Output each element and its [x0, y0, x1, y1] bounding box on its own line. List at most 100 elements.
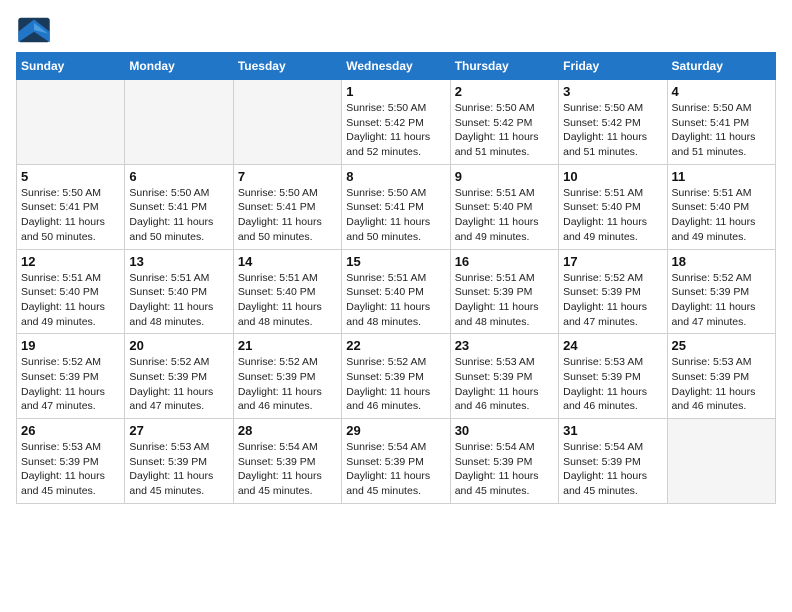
day-info: Sunrise: 5:53 AM Sunset: 5:39 PM Dayligh…	[672, 355, 771, 414]
calendar-week-3: 12 Sunrise: 5:51 AM Sunset: 5:40 PM Dayli…	[17, 249, 776, 334]
calendar-cell: 28 Sunrise: 5:54 AM Sunset: 5:39 PM Dayli…	[233, 419, 341, 504]
weekday-header-tuesday: Tuesday	[233, 53, 341, 80]
day-info: Sunrise: 5:50 AM Sunset: 5:42 PM Dayligh…	[346, 101, 445, 160]
calendar-cell: 25 Sunrise: 5:53 AM Sunset: 5:39 PM Dayli…	[667, 334, 775, 419]
day-info: Sunrise: 5:51 AM Sunset: 5:39 PM Dayligh…	[455, 271, 554, 330]
day-info: Sunrise: 5:52 AM Sunset: 5:39 PM Dayligh…	[21, 355, 120, 414]
calendar-cell: 21 Sunrise: 5:52 AM Sunset: 5:39 PM Dayli…	[233, 334, 341, 419]
day-number: 25	[672, 338, 771, 353]
day-info: Sunrise: 5:51 AM Sunset: 5:40 PM Dayligh…	[672, 186, 771, 245]
day-number: 13	[129, 254, 228, 269]
day-number: 27	[129, 423, 228, 438]
day-info: Sunrise: 5:51 AM Sunset: 5:40 PM Dayligh…	[346, 271, 445, 330]
day-info: Sunrise: 5:51 AM Sunset: 5:40 PM Dayligh…	[563, 186, 662, 245]
calendar-cell	[233, 80, 341, 165]
calendar-cell: 1 Sunrise: 5:50 AM Sunset: 5:42 PM Daylig…	[342, 80, 450, 165]
day-info: Sunrise: 5:52 AM Sunset: 5:39 PM Dayligh…	[346, 355, 445, 414]
day-number: 24	[563, 338, 662, 353]
day-number: 6	[129, 169, 228, 184]
calendar-table: SundayMondayTuesdayWednesdayThursdayFrid…	[16, 52, 776, 504]
calendar-cell: 19 Sunrise: 5:52 AM Sunset: 5:39 PM Dayli…	[17, 334, 125, 419]
calendar-cell: 20 Sunrise: 5:52 AM Sunset: 5:39 PM Dayli…	[125, 334, 233, 419]
day-number: 30	[455, 423, 554, 438]
day-info: Sunrise: 5:54 AM Sunset: 5:39 PM Dayligh…	[238, 440, 337, 499]
day-number: 17	[563, 254, 662, 269]
day-number: 23	[455, 338, 554, 353]
day-number: 5	[21, 169, 120, 184]
day-info: Sunrise: 5:53 AM Sunset: 5:39 PM Dayligh…	[21, 440, 120, 499]
day-number: 2	[455, 84, 554, 99]
weekday-header-monday: Monday	[125, 53, 233, 80]
day-info: Sunrise: 5:53 AM Sunset: 5:39 PM Dayligh…	[129, 440, 228, 499]
weekday-header-thursday: Thursday	[450, 53, 558, 80]
calendar-cell: 2 Sunrise: 5:50 AM Sunset: 5:42 PM Daylig…	[450, 80, 558, 165]
day-info: Sunrise: 5:53 AM Sunset: 5:39 PM Dayligh…	[455, 355, 554, 414]
calendar-week-1: 1 Sunrise: 5:50 AM Sunset: 5:42 PM Daylig…	[17, 80, 776, 165]
calendar-cell: 8Sunrise: 5:50 AM Sunset: 5:41 PM Daylig…	[342, 164, 450, 249]
calendar-cell: 27 Sunrise: 5:53 AM Sunset: 5:39 PM Dayli…	[125, 419, 233, 504]
day-info: Sunrise: 5:50 AM Sunset: 5:42 PM Dayligh…	[455, 101, 554, 160]
page-header	[16, 16, 776, 44]
calendar-cell	[125, 80, 233, 165]
day-number: 8	[346, 169, 445, 184]
day-number: 1	[346, 84, 445, 99]
day-number: 20	[129, 338, 228, 353]
day-number: 14	[238, 254, 337, 269]
day-info: Sunrise: 5:51 AM Sunset: 5:40 PM Dayligh…	[455, 186, 554, 245]
day-info: Sunrise: 5:52 AM Sunset: 5:39 PM Dayligh…	[672, 271, 771, 330]
day-number: 4	[672, 84, 771, 99]
calendar-cell: 14 Sunrise: 5:51 AM Sunset: 5:40 PM Dayli…	[233, 249, 341, 334]
day-number: 12	[21, 254, 120, 269]
day-info: Sunrise: 5:52 AM Sunset: 5:39 PM Dayligh…	[238, 355, 337, 414]
day-number: 31	[563, 423, 662, 438]
day-number: 18	[672, 254, 771, 269]
calendar-cell: 11 Sunrise: 5:51 AM Sunset: 5:40 PM Dayli…	[667, 164, 775, 249]
day-number: 11	[672, 169, 771, 184]
day-number: 22	[346, 338, 445, 353]
calendar-cell: 5 Sunrise: 5:50 AM Sunset: 5:41 PM Daylig…	[17, 164, 125, 249]
day-number: 26	[21, 423, 120, 438]
day-info: Sunrise: 5:54 AM Sunset: 5:39 PM Dayligh…	[455, 440, 554, 499]
day-number: 29	[346, 423, 445, 438]
calendar-cell: 3Sunrise: 5:50 AM Sunset: 5:42 PM Daylig…	[559, 80, 667, 165]
logo-icon	[16, 16, 52, 44]
weekday-header-saturday: Saturday	[667, 53, 775, 80]
calendar-cell: 18 Sunrise: 5:52 AM Sunset: 5:39 PM Dayli…	[667, 249, 775, 334]
calendar-cell: 29 Sunrise: 5:54 AM Sunset: 5:39 PM Dayli…	[342, 419, 450, 504]
calendar-cell: 7Sunrise: 5:50 AM Sunset: 5:41 PM Daylig…	[233, 164, 341, 249]
day-info: Sunrise: 5:51 AM Sunset: 5:40 PM Dayligh…	[238, 271, 337, 330]
weekday-header-wednesday: Wednesday	[342, 53, 450, 80]
day-number: 15	[346, 254, 445, 269]
day-number: 9	[455, 169, 554, 184]
day-info: Sunrise: 5:50 AM Sunset: 5:41 PM Dayligh…	[129, 186, 228, 245]
day-info: Sunrise: 5:54 AM Sunset: 5:39 PM Dayligh…	[346, 440, 445, 499]
calendar-cell: 4Sunrise: 5:50 AM Sunset: 5:41 PM Daylig…	[667, 80, 775, 165]
day-info: Sunrise: 5:52 AM Sunset: 5:39 PM Dayligh…	[563, 271, 662, 330]
day-number: 19	[21, 338, 120, 353]
day-number: 28	[238, 423, 337, 438]
day-info: Sunrise: 5:50 AM Sunset: 5:41 PM Dayligh…	[238, 186, 337, 245]
calendar-cell: 12Sunrise: 5:51 AM Sunset: 5:40 PM Dayli…	[17, 249, 125, 334]
day-number: 21	[238, 338, 337, 353]
calendar-cell: 9 Sunrise: 5:51 AM Sunset: 5:40 PM Daylig…	[450, 164, 558, 249]
calendar-week-4: 19 Sunrise: 5:52 AM Sunset: 5:39 PM Dayli…	[17, 334, 776, 419]
calendar-cell: 15 Sunrise: 5:51 AM Sunset: 5:40 PM Dayli…	[342, 249, 450, 334]
day-number: 3	[563, 84, 662, 99]
calendar-cell: 16Sunrise: 5:51 AM Sunset: 5:39 PM Dayli…	[450, 249, 558, 334]
weekday-header-sunday: Sunday	[17, 53, 125, 80]
day-info: Sunrise: 5:53 AM Sunset: 5:39 PM Dayligh…	[563, 355, 662, 414]
day-number: 10	[563, 169, 662, 184]
logo	[16, 16, 56, 44]
calendar-cell: 6 Sunrise: 5:50 AM Sunset: 5:41 PM Daylig…	[125, 164, 233, 249]
calendar-cell: 24 Sunrise: 5:53 AM Sunset: 5:39 PM Dayli…	[559, 334, 667, 419]
calendar-cell: 22 Sunrise: 5:52 AM Sunset: 5:39 PM Dayli…	[342, 334, 450, 419]
calendar-week-2: 5 Sunrise: 5:50 AM Sunset: 5:41 PM Daylig…	[17, 164, 776, 249]
calendar-cell: 30 Sunrise: 5:54 AM Sunset: 5:39 PM Dayli…	[450, 419, 558, 504]
calendar-cell	[667, 419, 775, 504]
day-info: Sunrise: 5:51 AM Sunset: 5:40 PM Dayligh…	[129, 271, 228, 330]
day-info: Sunrise: 5:52 AM Sunset: 5:39 PM Dayligh…	[129, 355, 228, 414]
day-info: Sunrise: 5:50 AM Sunset: 5:41 PM Dayligh…	[21, 186, 120, 245]
calendar-week-5: 26 Sunrise: 5:53 AM Sunset: 5:39 PM Dayli…	[17, 419, 776, 504]
calendar-cell: 13 Sunrise: 5:51 AM Sunset: 5:40 PM Dayli…	[125, 249, 233, 334]
day-info: Sunrise: 5:54 AM Sunset: 5:39 PM Dayligh…	[563, 440, 662, 499]
